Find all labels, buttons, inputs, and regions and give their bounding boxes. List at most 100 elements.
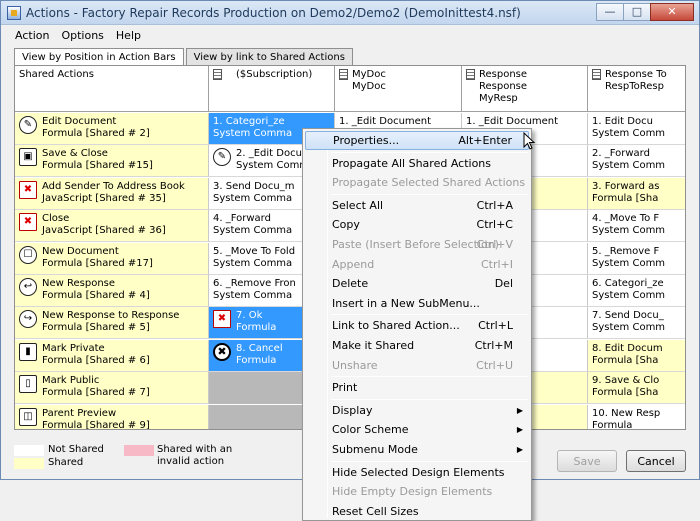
action-cell[interactable]: 2. _Forward System Comm: [588, 145, 685, 177]
menu-item-shortcut: Del: [494, 277, 513, 291]
shared-action-cell[interactable]: ✎ Edit Document Formula [Shared # 2]: [15, 113, 209, 145]
action-cell[interactable]: 4. _Move To F System Comm: [588, 210, 685, 242]
javascript-icon: ✖: [19, 181, 37, 199]
menu-help[interactable]: Help: [110, 29, 147, 42]
menu-bar: Action Options Help: [1, 25, 699, 45]
action-type: System Comma: [213, 193, 293, 204]
menu-options[interactable]: Options: [55, 29, 109, 42]
action-cell[interactable]: 9. Save & Clo Formula [Sha: [588, 372, 685, 404]
shared-action-cell[interactable]: ▮ Mark Private Formula [Shared # 6]: [15, 340, 209, 372]
menu-item-unshare[interactable]: Unshare Ctrl+U: [305, 356, 529, 375]
action-name: 1. _Edit Document: [466, 116, 559, 127]
action-cell[interactable]: 6. Categori_ze System Comm: [588, 275, 685, 307]
menu-item-shortcut: Ctrl+V: [476, 238, 513, 251]
shared-action-cell[interactable]: ↪ New Response to Response Formula [Shared…: [15, 307, 209, 339]
action-cell[interactable]: 7. Send Docu_ System Comm: [588, 307, 685, 339]
column-header-resp-to-resp[interactable]: Response To RespToResp: [588, 66, 685, 112]
action-type: JavaScript [Shared # 36]: [42, 225, 166, 236]
menu-item-label: Hide Empty Design Elements: [332, 485, 493, 499]
parent-preview-icon: ◫: [19, 408, 37, 426]
action-type: System Comma: [213, 290, 293, 301]
action-cell[interactable]: 1. Edit Docu System Comm: [588, 113, 685, 145]
action-type: System Comm: [592, 160, 666, 171]
menu-item-paste-insert-before-selection[interactable]: Paste (Insert Before Selection) Ctrl+V: [305, 235, 529, 254]
action-cell[interactable]: 8. Edit Docum Formula [Sha: [588, 340, 685, 372]
minimize-button[interactable]: —: [596, 2, 624, 21]
action-name: 3. Send Docu_m: [213, 181, 295, 192]
menu-item-propagate-all-shared-actions[interactable]: Propagate All Shared Actions: [305, 154, 529, 173]
action-type: Formula [Shared # 5]: [42, 322, 150, 333]
menu-item-display[interactable]: Display ▶: [305, 401, 529, 420]
column-header-mydoc[interactable]: MyDoc MyDoc: [335, 66, 462, 112]
menu-item-reset-cell-sizes[interactable]: Reset Cell Sizes: [305, 502, 529, 521]
menu-item-link-to-shared-action[interactable]: Link to Shared Action... Ctrl+L: [305, 316, 529, 335]
column-header-subscription[interactable]: ($Subscription): [209, 66, 335, 112]
menu-item-print[interactable]: Print: [305, 378, 529, 397]
menu-item-shortcut: Ctrl+A: [476, 198, 513, 212]
column-header-text: MyResp: [479, 93, 518, 104]
menu-item-propagate-selected-shared-actions[interactable]: Propagate Selected Shared Actions: [305, 173, 529, 192]
action-type: Formula [Shared # 7]: [42, 387, 150, 398]
action-name: 6. Categori_ze: [592, 278, 664, 289]
menu-item-insert-in-a-new-submenu[interactable]: Insert in a New SubMenu...: [305, 294, 529, 313]
save-button[interactable]: Save: [557, 450, 617, 472]
action-name: 4. _Forward: [213, 213, 271, 224]
column-header-text: MyDoc: [352, 69, 386, 80]
menu-item-copy[interactable]: Copy Ctrl+C: [305, 215, 529, 234]
menu-item-label: Print: [332, 381, 358, 395]
edit-icon: ✎: [19, 116, 37, 134]
shared-action-cell[interactable]: ◫ Parent Preview Formula [Shared # 9]: [15, 405, 209, 429]
menu-item-append[interactable]: Append Ctrl+I: [305, 255, 529, 274]
shared-action-cell[interactable]: ▣ Save & Close Formula [Shared #15]: [15, 145, 209, 177]
menu-item-select-all[interactable]: Select All Ctrl+A: [305, 196, 529, 215]
shared-action-cell[interactable]: ↩ New Response Formula [Shared # 4]: [15, 275, 209, 307]
shared-action-cell[interactable]: ☐ New Document Formula [Shared #17]: [15, 243, 209, 275]
close-button[interactable]: ✕: [650, 2, 694, 21]
column-header-text: Response: [479, 81, 528, 92]
edit-icon: ✎: [213, 148, 231, 166]
menu-item-shortcut: Ctrl+I: [480, 257, 513, 271]
menu-item-hide-empty-design-elements[interactable]: Hide Empty Design Elements: [305, 482, 529, 501]
action-cell[interactable]: 5. _Remove F System Comm: [588, 243, 685, 275]
menu-action[interactable]: Action: [9, 29, 55, 42]
tab-view-by-position[interactable]: View by Position in Action Bars: [14, 48, 184, 66]
action-name: Save & Close: [42, 148, 108, 159]
shared-action-cell[interactable]: ✖ Add Sender To Address Book JavaScript [S…: [15, 178, 209, 210]
column-header-shared-actions[interactable]: Shared Actions: [15, 66, 209, 112]
action-type: Formula [Sha: [592, 387, 659, 398]
submenu-arrow-icon: ▶: [516, 445, 523, 454]
menu-item-properties[interactable]: Properties... Alt+Enter: [305, 131, 529, 150]
shared-action-cell[interactable]: ✖ Close JavaScript [Shared # 36]: [15, 210, 209, 242]
column-header-response[interactable]: Response Response MyResp: [462, 66, 588, 112]
menu-separator: [331, 314, 528, 316]
menu-item-submenu-mode[interactable]: Submenu Mode ▶: [305, 440, 529, 459]
action-type: JavaScript [Shared # 35]: [42, 193, 166, 204]
action-type: System Comma: [213, 225, 293, 236]
submenu-arrow-icon: ▶: [516, 425, 523, 435]
menu-separator: [331, 460, 528, 462]
action-name: 5. _Move To Fold: [213, 246, 296, 257]
action-type: Formula [Shared # 2]: [42, 128, 150, 139]
shared-action-cell[interactable]: ▯ Mark Public Formula [Shared # 7]: [15, 372, 209, 404]
action-cell[interactable]: 10. New Resp Formula: [588, 405, 685, 429]
title-bar[interactable]: Actions - Factory Repair Records Product…: [1, 1, 699, 25]
menu-item-label: Unshare: [332, 358, 378, 372]
action-name: 4. _Move To F: [592, 213, 660, 224]
action-name: Add Sender To Address Book: [42, 181, 185, 192]
action-type: Formula [Shared # 4]: [42, 290, 150, 301]
action-name: 5. _Remove F: [592, 246, 660, 257]
menu-item-delete[interactable]: Delete Del: [305, 274, 529, 293]
menu-item-make-it-shared[interactable]: Make it Shared Ctrl+M: [305, 336, 529, 355]
action-name: Parent Preview: [42, 408, 117, 419]
menu-separator: [331, 151, 528, 153]
new-document-icon: ☐: [19, 246, 37, 264]
menu-item-shortcut: Ctrl+C: [476, 218, 513, 232]
action-cell[interactable]: 3. Forward as Formula [Sha: [588, 178, 685, 210]
maximize-button[interactable]: □: [623, 2, 651, 21]
action-type: System Comm: [592, 258, 666, 269]
menu-item-color-scheme[interactable]: Color Scheme ▶: [305, 420, 529, 439]
menu-item-label: Make it Shared: [332, 339, 415, 352]
cancel-button[interactable]: Cancel: [626, 450, 686, 472]
tab-view-by-link[interactable]: View by link to Shared Actions: [185, 48, 353, 65]
menu-item-hide-selected-design-elements[interactable]: Hide Selected Design Elements: [305, 463, 529, 482]
